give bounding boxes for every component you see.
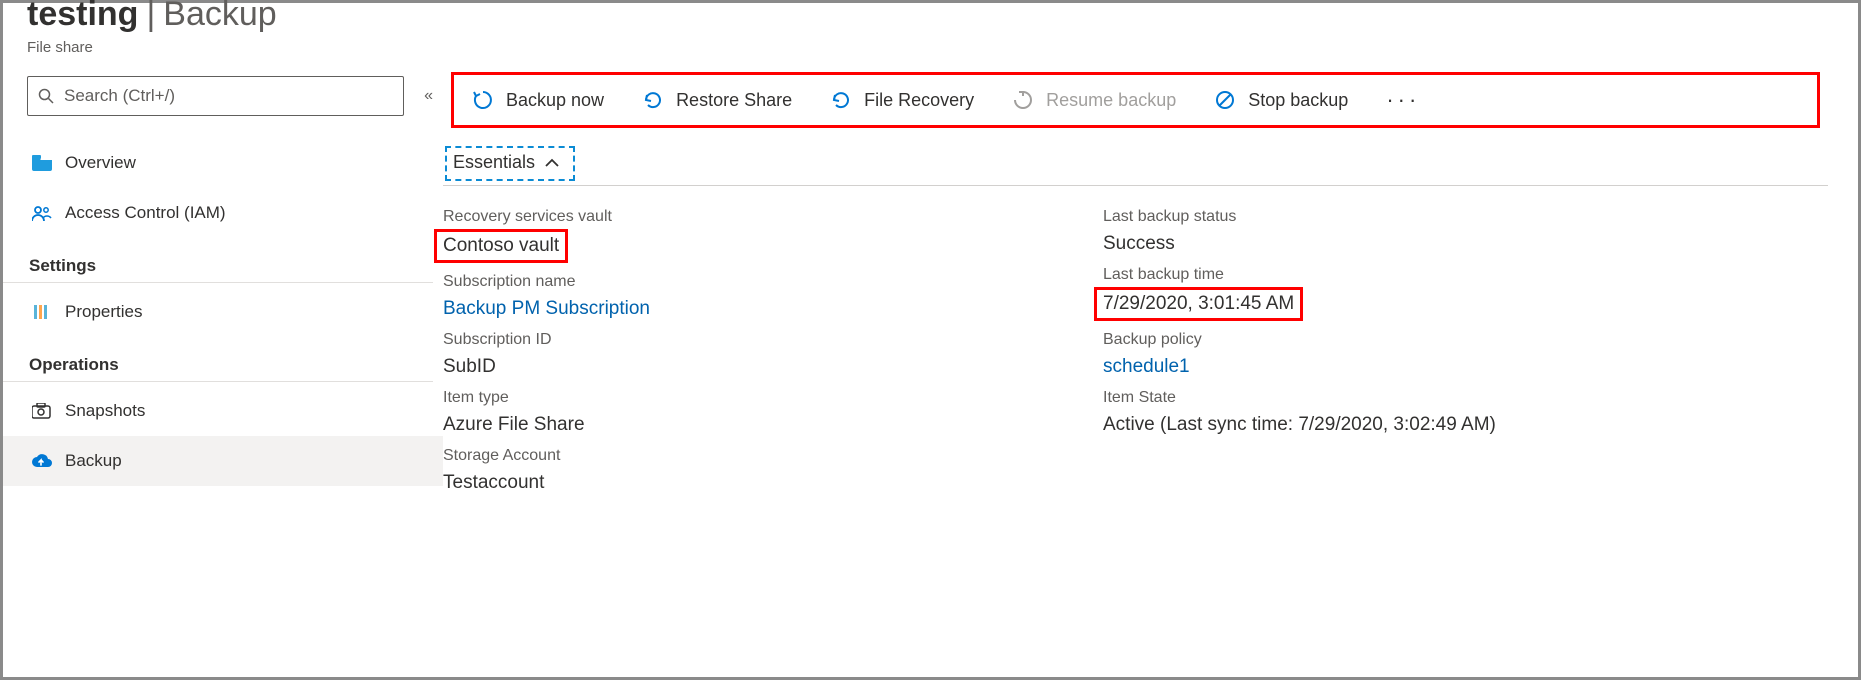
policy-label: Backup policy [1103, 327, 1723, 353]
resource-type: File share [27, 39, 1858, 56]
rsv-label: Recovery services vault [443, 204, 1063, 230]
backup-now-icon [472, 89, 494, 111]
chevron-up-icon [545, 158, 559, 168]
file-recovery-button[interactable]: File Recovery [830, 89, 974, 111]
search-input[interactable] [64, 86, 393, 106]
page-title: testing | Backup [27, 0, 1858, 31]
undo-icon [642, 89, 664, 111]
camera-icon [31, 403, 53, 419]
header: testing | Backup File share [3, 0, 1858, 56]
essentials-toggle[interactable]: Essentials [445, 146, 575, 181]
item-type-value: Azure File Share [443, 411, 1063, 440]
button-label: Restore Share [676, 90, 792, 111]
policy-link[interactable]: schedule1 [1103, 353, 1723, 382]
sidebar-item-iam[interactable]: Access Control (IAM) [27, 188, 433, 238]
resume-backup-button: Resume backup [1012, 89, 1176, 111]
essentials-panel: Recovery services vault Contoso vault Su… [443, 204, 1828, 581]
storage-value: Testaccount [443, 469, 1063, 498]
item-type-label: Item type [443, 385, 1063, 411]
storage-label: Storage Account [443, 443, 1063, 469]
sidebar-item-label: Access Control (IAM) [65, 203, 226, 223]
state-label: Item State [1103, 385, 1723, 411]
rsv-value: Contoso vault [443, 232, 559, 261]
resource-name: testing [27, 0, 138, 31]
sub-name-label: Subscription name [443, 269, 1063, 295]
cloud-backup-icon [31, 453, 53, 469]
last-status-label: Last backup status [1103, 204, 1723, 230]
last-status-value: Success [1103, 230, 1723, 259]
button-label: File Recovery [864, 90, 974, 111]
sidebar: « Overview Access Control (IAM) Settings… [3, 76, 443, 670]
essentials-separator [443, 185, 1828, 186]
backup-now-button[interactable]: Backup now [472, 89, 604, 111]
sub-id-value: SubID [443, 353, 1063, 382]
sidebar-item-snapshots[interactable]: Snapshots [27, 386, 433, 436]
sidebar-item-properties[interactable]: Properties [27, 287, 433, 337]
people-icon [31, 205, 53, 221]
search-icon [38, 88, 54, 104]
properties-icon [31, 303, 53, 321]
toolbar: Backup now Restore Share File Recovery R… [451, 72, 1820, 128]
sidebar-divider [3, 282, 433, 283]
sidebar-item-label: Backup [65, 451, 122, 471]
undo-icon [830, 89, 852, 111]
sidebar-section-settings: Settings [27, 256, 433, 276]
sidebar-item-label: Snapshots [65, 401, 145, 421]
sidebar-item-label: Overview [65, 153, 136, 173]
state-value: Active (Last sync time: 7/29/2020, 3:02:… [1103, 411, 1723, 440]
sub-id-label: Subscription ID [443, 327, 1063, 353]
block-icon [1214, 89, 1236, 111]
sub-name-link[interactable]: Backup PM Subscription [443, 295, 1063, 324]
button-label: Stop backup [1248, 90, 1348, 111]
sidebar-item-backup[interactable]: Backup [3, 436, 443, 486]
essentials-left-column: Recovery services vault Contoso vault Su… [443, 204, 1063, 501]
highlight-box-rsv: Contoso vault [434, 229, 568, 264]
search-container[interactable] [27, 76, 404, 116]
collapse-sidebar-button[interactable]: « [424, 87, 433, 105]
title-separator: | [146, 0, 155, 31]
page-name: Backup [163, 0, 276, 31]
sidebar-section-operations: Operations [27, 355, 433, 375]
folder-icon [31, 155, 53, 171]
essentials-label: Essentials [453, 152, 535, 173]
restore-share-button[interactable]: Restore Share [642, 89, 792, 111]
highlight-box-time: 7/29/2020, 3:01:45 AM [1094, 287, 1303, 322]
sidebar-item-label: Properties [65, 302, 142, 322]
button-label: Resume backup [1046, 90, 1176, 111]
essentials-right-column: Last backup status Success Last backup t… [1103, 204, 1723, 501]
button-label: Backup now [506, 90, 604, 111]
last-time-label: Last backup time [1103, 262, 1723, 288]
refresh-icon [1012, 89, 1034, 111]
sidebar-item-overview[interactable]: Overview [27, 138, 433, 188]
main-content: Backup now Restore Share File Recovery R… [443, 76, 1858, 670]
stop-backup-button[interactable]: Stop backup [1214, 89, 1348, 111]
last-time-value: 7/29/2020, 3:01:45 AM [1103, 290, 1294, 319]
sidebar-divider [3, 381, 433, 382]
more-actions-button[interactable]: ··· [1386, 87, 1420, 113]
